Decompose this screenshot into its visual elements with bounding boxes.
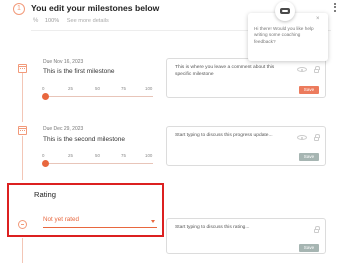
tick-label: 25 [68, 153, 73, 158]
milestone-comment-box[interactable]: This is where you leave a comment about … [166, 58, 326, 98]
progress-summary: % 100% See more details [33, 18, 109, 24]
close-icon[interactable]: × [316, 16, 320, 22]
tick-label: 50 [95, 86, 100, 91]
step-number-badge: 1 [13, 3, 25, 15]
coach-avatar-icon[interactable] [275, 1, 295, 21]
slider-track [45, 163, 153, 164]
lock-icon[interactable] [314, 66, 320, 73]
timeline-connector [22, 72, 23, 122]
tick-label: 100 [145, 86, 153, 91]
timeline-connector [22, 136, 23, 180]
chevron-down-icon [151, 220, 155, 223]
rating-icon [18, 220, 27, 229]
tick-label: 0 [42, 86, 45, 91]
save-button[interactable]: Save [299, 153, 319, 161]
rating-dropdown[interactable]: Not yet rated [43, 216, 157, 228]
lock-icon[interactable] [314, 134, 320, 141]
lock-icon[interactable] [314, 226, 320, 233]
tick-label: 25 [68, 86, 73, 91]
tick-label: 100 [145, 153, 153, 158]
visibility-eye-icon[interactable] [297, 135, 307, 140]
milestone-due-date: Due Dec 29, 2023 [43, 126, 84, 132]
page-title: You edit your milestones below [31, 3, 160, 13]
see-more-details-link[interactable]: See more details [67, 18, 109, 24]
rating-comment-box[interactable]: Start typing to discuss this rating... S… [166, 218, 326, 254]
save-button[interactable]: Save [299, 244, 319, 252]
rating-selected-value: Not yet rated [43, 216, 80, 223]
more-options-icon[interactable] [332, 3, 338, 13]
percent-icon: % [33, 18, 39, 24]
calendar-icon [18, 126, 27, 135]
tick-label: 75 [121, 153, 126, 158]
progress-update-comment-box[interactable]: Start typing to discuss this progress up… [166, 126, 326, 166]
milestone-progress-slider[interactable] [42, 160, 153, 167]
milestone-title: This is the first milestone [43, 68, 115, 75]
milestone-title: This is the second milestone [43, 136, 126, 143]
milestone-due-date: Due Nov 16, 2023 [43, 59, 84, 65]
tick-label: 0 [42, 153, 45, 158]
rating-highlight-frame [7, 183, 164, 237]
rating-heading: Rating [34, 190, 56, 199]
milestone-comment-text[interactable]: This is where you leave a comment about … [175, 65, 287, 78]
tick-label: 75 [121, 86, 126, 91]
timeline-connector [22, 238, 23, 263]
progress-update-placeholder[interactable]: Start typing to discuss this progress up… [175, 133, 287, 140]
progress-percent: 100% [44, 18, 60, 24]
rating-comment-placeholder[interactable]: Start typing to discuss this rating... [175, 225, 287, 232]
visibility-eye-icon[interactable] [297, 67, 307, 72]
save-button[interactable]: Save [299, 86, 319, 94]
slider-track [45, 96, 153, 97]
milestone-progress-slider[interactable] [42, 93, 153, 100]
coaching-tooltip-text: Hi there! Would you like help writing so… [254, 26, 314, 44]
slider-thumb[interactable] [42, 93, 49, 100]
slider-thumb[interactable] [42, 160, 49, 167]
tick-label: 50 [95, 153, 100, 158]
calendar-icon [18, 64, 27, 73]
